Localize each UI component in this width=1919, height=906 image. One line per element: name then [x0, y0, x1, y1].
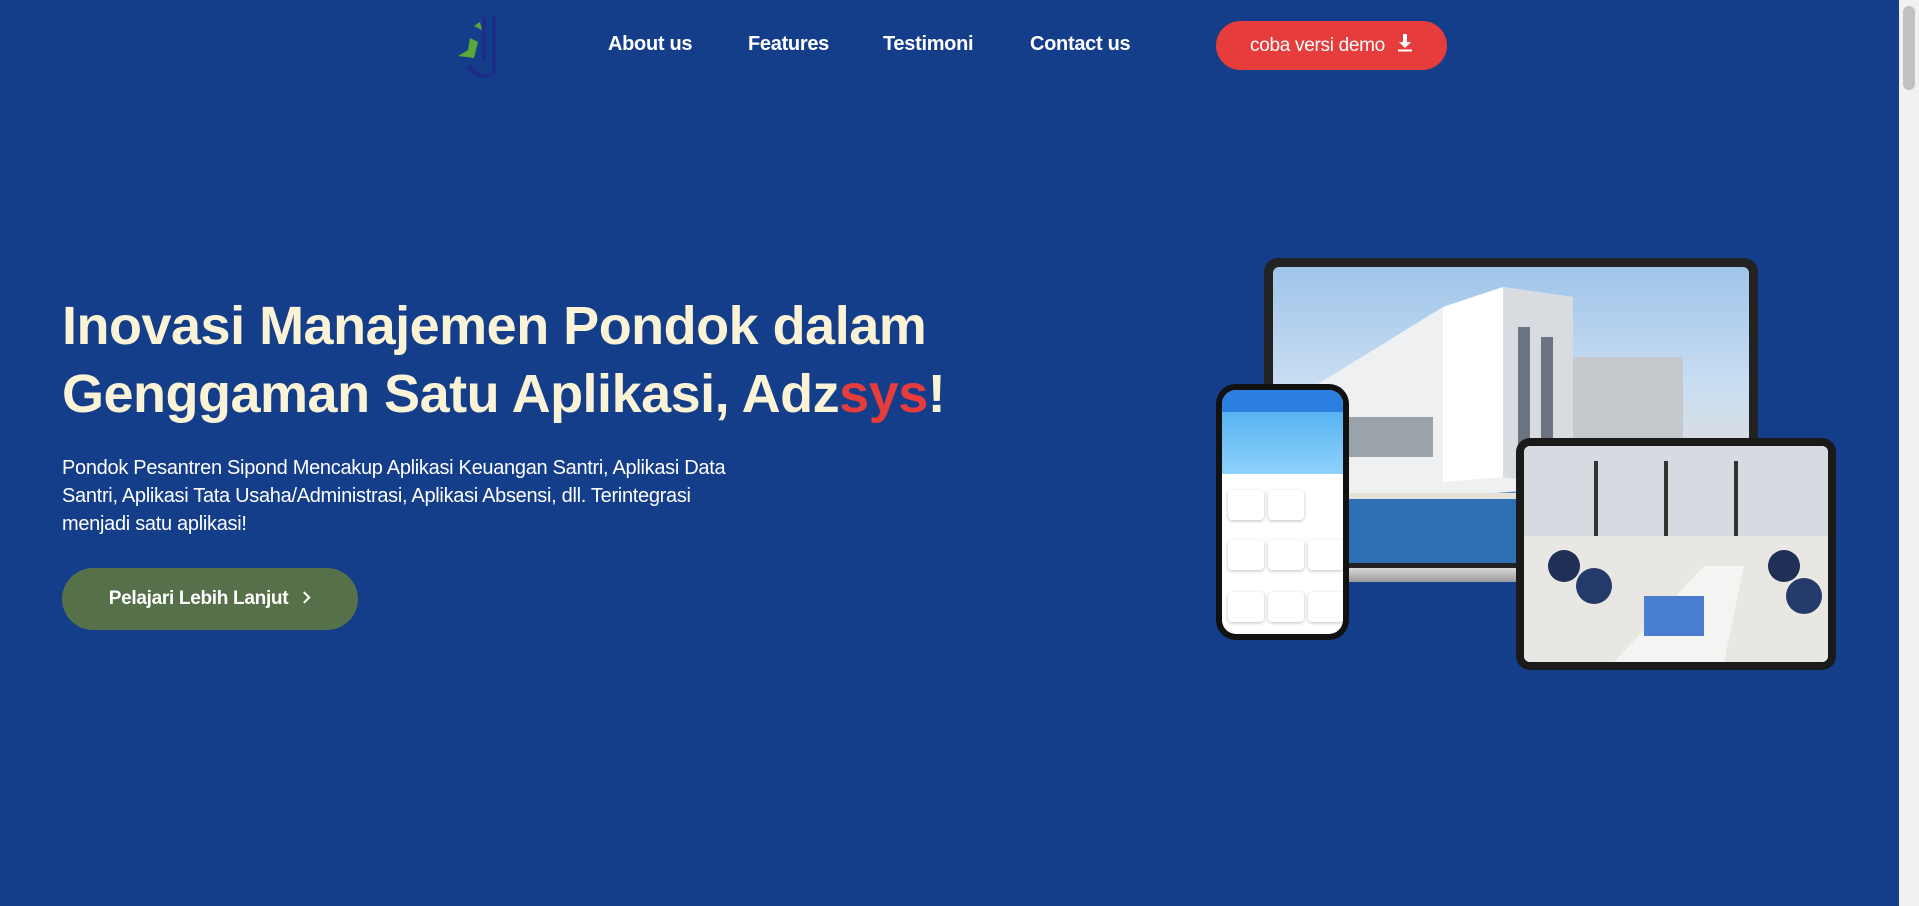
nav-link-testimoni[interactable]: Testimoni — [883, 33, 974, 56]
brand-logo[interactable] — [452, 10, 512, 80]
demo-download-button[interactable]: coba versi demo — [1216, 21, 1447, 70]
phone-mockup — [1216, 384, 1349, 640]
nav-link-about[interactable]: About us — [608, 33, 693, 56]
download-icon — [1397, 33, 1413, 58]
app-screenshot — [1222, 390, 1343, 634]
hero-description: Pondok Pesantren Sipond Mencakup Aplikas… — [62, 457, 726, 535]
learn-more-label: Pelajari Lebih Lanjut — [108, 588, 289, 609]
learn-more-button[interactable]: Pelajari Lebih Lanjut — [62, 568, 358, 630]
nav-link-features[interactable]: Features — [748, 33, 829, 56]
hero-title: Inovasi Manajemen Pondok dalam Genggaman… — [62, 292, 962, 428]
page-scrollbar[interactable] — [1899, 0, 1919, 906]
demo-button-label: coba versi demo — [1250, 34, 1385, 56]
nav-link-contact[interactable]: Contact us — [1030, 33, 1131, 56]
chevron-right-icon — [302, 588, 311, 610]
scrollbar-thumb[interactable] — [1903, 6, 1915, 90]
navbar: About us Features Testimoni Contact us c… — [0, 0, 1899, 90]
classroom-photo — [1524, 446, 1828, 662]
hero-title-accent: sys — [839, 364, 928, 424]
hero-title-line1: Inovasi Manajemen Pondok dalam — [62, 296, 927, 356]
tablet-mockup — [1516, 438, 1836, 670]
hero-title-line2-suffix: ! — [927, 364, 946, 424]
hero-title-line2-prefix: Genggaman Satu Aplikasi, Adz — [62, 364, 840, 424]
